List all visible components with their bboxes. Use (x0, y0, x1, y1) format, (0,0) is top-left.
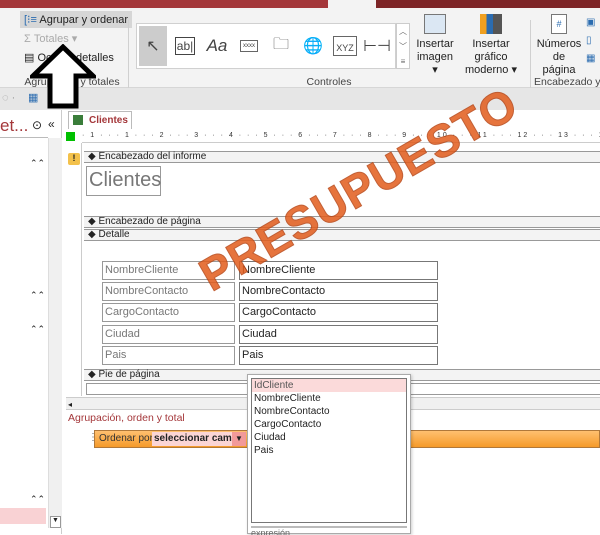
field-dropdown-list[interactable]: IdCliente NombreCliente NombreContacto C… (247, 374, 411, 535)
list-item[interactable]: Ciudad (252, 431, 406, 444)
nav-selected-item[interactable] (0, 508, 46, 524)
section-report-header[interactable]: ◆ Encabezado del informe (84, 151, 600, 163)
group-sort-icon: [⁝≡ (24, 14, 40, 26)
list-item[interactable]: NombreContacto (252, 405, 406, 418)
hyperlink-icon[interactable]: 🌐 (299, 30, 327, 62)
nav-title: et... (0, 116, 29, 135)
active-tab-gap (328, 0, 376, 8)
group-collapse-icon[interactable]: ⌃⌃ (30, 158, 45, 169)
textbox-control-icon[interactable]: ab| (171, 30, 199, 62)
page-break-icon[interactable]: ⊢⊣ (363, 30, 391, 62)
group-collapse-icon[interactable]: ⌃⌃ (30, 324, 45, 335)
tab-control-icon[interactable]: 🗀 (267, 30, 295, 62)
controls-gallery: ↖ ab| Aa xxxx 🗀 🌐 XYZ ⊢⊣ (136, 23, 396, 69)
divider (128, 20, 129, 90)
group-collapse-icon[interactable]: ⌃⌃ (30, 290, 45, 301)
field-label[interactable]: CargoContacto (102, 303, 235, 322)
group-sort-button[interactable]: [⁝≡ Agrupar y ordenar (20, 11, 133, 28)
sort-by-label: Ordenar por (99, 433, 153, 444)
field-textbox[interactable]: CargoContacto (239, 303, 438, 322)
field-label[interactable]: Pais (102, 346, 235, 365)
divider (530, 20, 531, 90)
field-textbox[interactable]: NombreContacto (239, 282, 438, 301)
field-label[interactable]: Ciudad (102, 325, 235, 344)
tab-clientes[interactable]: Clientes (68, 111, 132, 129)
group-label-controls: Controles (306, 76, 352, 88)
page-numbers-button[interactable]: # Números de página (536, 14, 582, 77)
image-icon (424, 14, 446, 34)
list-item[interactable]: NombreCliente (252, 392, 406, 405)
report-title-label[interactable]: Clientes (86, 166, 161, 196)
group-collapse-icon[interactable]: ⌃⌃ (30, 494, 45, 505)
group-label-header: Encabezado y (534, 76, 600, 88)
list-item[interactable]: Pais (252, 444, 406, 457)
report-selector[interactable] (66, 132, 75, 141)
expression-option[interactable]: expresión (251, 529, 290, 535)
page-number-icon: # (551, 14, 567, 34)
vertical-ruler: ! (66, 143, 82, 396)
grouping-pane-title: Agrupación, orden y total (68, 412, 185, 424)
up-arrow-annotation-icon (30, 44, 96, 109)
insert-chart-button[interactable]: Insertar gráfico moderno ▾ (456, 14, 526, 77)
horizontal-ruler: · 1 · · · 1 · · · 2 · · · 3 · · · 4 · · … (82, 132, 600, 143)
divider (0, 137, 48, 138)
header-footer-icons[interactable]: ▣ ▯ ▦ (586, 14, 595, 68)
chart-icon (480, 14, 502, 34)
collapse-nav-icon[interactable]: « (48, 117, 55, 131)
field-textbox[interactable]: Ciudad (239, 325, 438, 344)
report-icon (73, 115, 83, 125)
divider (251, 526, 407, 528)
warning-icon[interactable]: ! (68, 153, 80, 165)
option-group-icon[interactable]: XYZ (331, 30, 359, 62)
field-textbox[interactable]: Pais (239, 346, 438, 365)
list-item[interactable]: CargoContacto (252, 418, 406, 431)
brush-icon[interactable]: ◌ · (2, 92, 15, 104)
nav-menu-icon[interactable]: ⊙ (32, 118, 42, 132)
nav-scrollbar[interactable]: ▼ (48, 138, 62, 528)
button-control-icon[interactable]: xxxx (235, 30, 263, 62)
contextual-tab-bar (376, 0, 600, 8)
label-control-icon[interactable]: Aa (203, 30, 231, 62)
insert-image-button[interactable]: Insertar imagen ▾ (416, 14, 454, 77)
section-detail[interactable]: ◆ Detalle (84, 229, 600, 241)
gallery-scroll[interactable]: ︿ ﹀ ≡ (396, 23, 410, 69)
chevron-down-icon[interactable]: ▼ (232, 432, 246, 446)
select-pointer-icon[interactable]: ↖ (139, 26, 167, 66)
list-item[interactable]: IdCliente (252, 379, 406, 392)
